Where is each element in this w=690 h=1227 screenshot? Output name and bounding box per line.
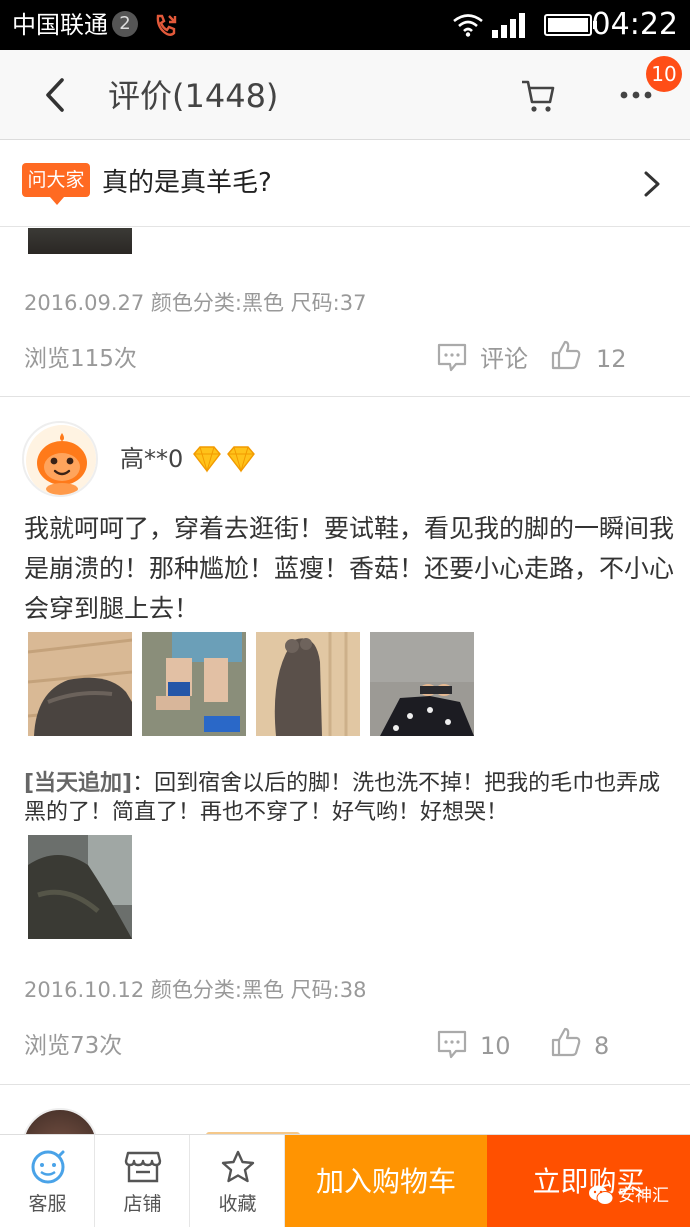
review-photo[interactable] — [370, 632, 474, 736]
page-title: 评价(1448) — [108, 77, 279, 115]
add-to-cart-button[interactable]: 加入购物车 — [285, 1135, 487, 1227]
divider — [0, 1084, 690, 1085]
wifi-icon — [453, 14, 483, 37]
shop-button[interactable]: 店铺 — [95, 1135, 190, 1227]
cart-icon[interactable] — [518, 76, 558, 116]
clock: 04:22 — [591, 7, 678, 42]
ask-everyone-bar[interactable]: 问大家 真的是真羊毛? — [0, 141, 690, 227]
review-photo[interactable] — [142, 632, 246, 736]
wechat-logo-icon — [589, 1185, 614, 1205]
review-text: 我就呵呵了，穿着去逛街！要试鞋，看见我的脚的一瞬间我是崩溃的！那种尴尬！蓝瘦！香… — [24, 514, 675, 623]
favorite-label: 收藏 — [218, 1193, 257, 1215]
notification-count-badge: 2 — [112, 11, 138, 37]
review-meta: 2016.10.12 颜色分类:黑色 尺码:38 — [24, 978, 367, 1002]
battery-icon — [544, 14, 597, 36]
like-count: 12 — [596, 345, 627, 373]
divider — [0, 396, 690, 397]
thumbs-up-icon[interactable] — [550, 339, 582, 371]
review-views: 浏览73次 — [24, 1033, 123, 1059]
shop-label: 店铺 — [123, 1193, 162, 1215]
status-bar: 中国联通 2 04:22 — [0, 0, 690, 50]
ask-everyone-tag: 问大家 — [22, 163, 90, 205]
diamond-level-icon — [193, 446, 255, 473]
bottom-action-bar: 客服 店铺 收藏 加入购物车 立即购买 — [0, 1134, 690, 1227]
review-views: 浏览115次 — [24, 346, 137, 372]
message-count-badge: 10 — [646, 56, 682, 92]
review-list[interactable]: 2016.09.27 颜色分类:黑色 尺码:37 浏览115次 评论 12 高*… — [0, 228, 690, 1134]
like-count: 8 — [594, 1032, 610, 1060]
review-followup-photo[interactable] — [28, 835, 132, 939]
customer-service-button[interactable]: 客服 — [0, 1135, 95, 1227]
ask-question: 真的是真羊毛? — [102, 168, 272, 198]
review-followup: [当天追加]：回到宿舍以后的脚！洗也洗不掉！把我的毛巾也弄成黑的了！简直了！再也… — [24, 769, 674, 827]
review-meta: 2016.09.27 颜色分类:黑色 尺码:37 — [24, 291, 367, 315]
chevron-right-icon — [644, 171, 660, 197]
comment-button[interactable]: 评论 — [480, 342, 528, 376]
comment-icon[interactable] — [436, 341, 468, 373]
reviewer-name: 高**0 — [120, 445, 184, 473]
followup-label: [当天追加] — [24, 771, 133, 796]
shop-icon — [124, 1151, 162, 1183]
comment-icon[interactable] — [436, 1028, 468, 1060]
star-icon — [221, 1150, 255, 1183]
buy-now-button[interactable]: 立即购买 — [487, 1135, 690, 1227]
mascot-avatar-icon — [26, 425, 96, 495]
signal-strength-icon — [492, 13, 525, 38]
avatar[interactable] — [22, 421, 98, 497]
back-icon[interactable] — [36, 74, 76, 116]
carrier-name: 中国联通 — [12, 11, 108, 39]
customer-service-label: 客服 — [28, 1193, 67, 1215]
avatar[interactable] — [22, 1108, 98, 1134]
review-photo[interactable] — [28, 632, 132, 736]
customer-service-icon — [31, 1150, 65, 1184]
review-photo[interactable] — [256, 632, 360, 736]
thumbs-up-icon[interactable] — [550, 1026, 582, 1058]
review-photo-partial[interactable] — [28, 228, 132, 254]
nav-bar: 评价(1448) 10 — [0, 50, 690, 140]
watermark-text: 安神汇 — [618, 1186, 669, 1206]
favorite-button[interactable]: 收藏 — [190, 1135, 285, 1227]
comment-count[interactable]: 10 — [480, 1029, 511, 1063]
missed-call-icon — [156, 14, 177, 36]
